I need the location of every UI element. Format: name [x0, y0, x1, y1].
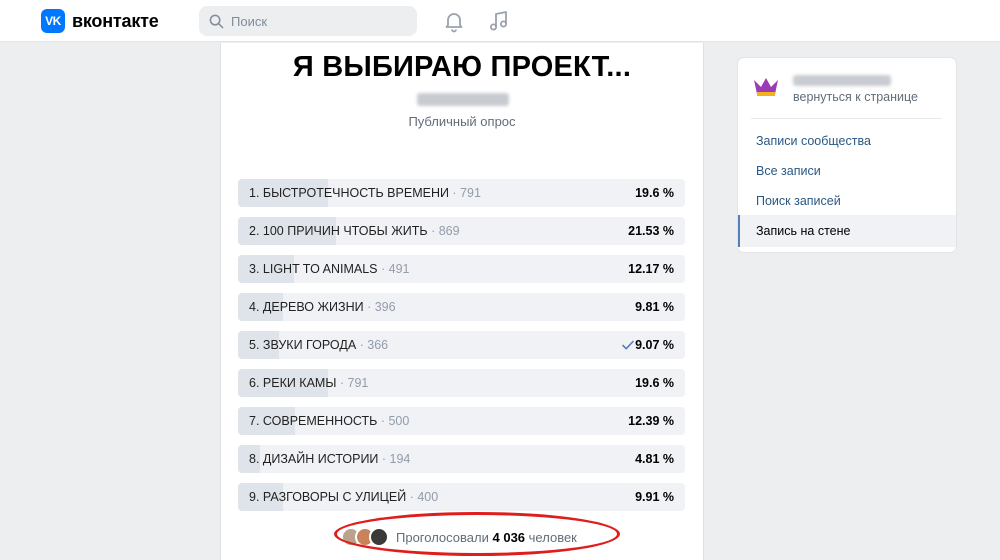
poll-option[interactable]: 5. ЗВУКИ ГОРОДА · 366 9.07 %: [238, 331, 685, 359]
poll-option-count: · 500: [377, 414, 410, 428]
top-bar: VK вконтакте: [0, 0, 1000, 42]
poll-option-label: 2. 100 ПРИЧИН ЧТОБЫ ЖИТЬ: [249, 224, 428, 238]
poll-option-percent: 9.81 %: [635, 300, 674, 314]
poll-option-label: 9. РАЗГОВОРЫ С УЛИЦЕЙ: [249, 490, 407, 504]
poll-option-percent: 4.81 %: [635, 452, 674, 466]
poll-option-percent: 12.17 %: [628, 262, 674, 276]
poll-option[interactable]: 1. БЫСТРОТЕЧНОСТЬ ВРЕМЕНИ · 791 19.6 %: [238, 179, 685, 207]
poll-option-count: · 791: [448, 186, 481, 200]
poll-option[interactable]: 6. РЕКИ КАМЫ · 791 19.6 %: [238, 369, 685, 397]
poll-option-count: · 491: [377, 262, 410, 276]
poll-option-count: · 400: [406, 490, 439, 504]
search-box[interactable]: [199, 6, 417, 36]
poll-option-label: 5. ЗВУКИ ГОРОДА: [249, 338, 357, 352]
poll-option-percent: 9.91 %: [635, 490, 674, 504]
poll-option-count: · 791: [336, 376, 369, 390]
music-note-icon[interactable]: [487, 9, 511, 33]
search-icon: [209, 14, 224, 28]
poll-option-label: 1. БЫСТРОТЕЧНОСТЬ ВРЕМЕНИ: [249, 186, 449, 200]
nav-all-posts[interactable]: Все записи: [738, 155, 956, 187]
poll-option[interactable]: 3. LIGHT TO ANIMALS · 491 12.17 %: [238, 255, 685, 283]
poll-option-label: 6. РЕКИ КАМЫ: [249, 376, 337, 390]
community-logo-icon: [754, 78, 778, 96]
poll-option-label: 3. LIGHT TO ANIMALS: [249, 262, 378, 276]
poll-option-label: 8. ДИЗАЙН ИСТОРИИ: [249, 452, 379, 466]
vk-logo-text: вконтакте: [72, 10, 159, 31]
notifications-bell-icon[interactable]: [442, 9, 466, 33]
poll-option-label: 4. ДЕРЕВО ЖИЗНИ: [249, 300, 364, 314]
nav-community-posts[interactable]: Записи сообщества: [738, 125, 956, 157]
back-to-page-link[interactable]: вернуться к странице: [793, 90, 918, 104]
poll-option-percent: 21.53 %: [628, 224, 674, 238]
poll-type-label: Публичный опрос: [408, 114, 516, 129]
poll-option-count: · 366: [356, 338, 389, 352]
vk-logo[interactable]: VK вконтакте: [41, 9, 159, 33]
poll-option-percent: 19.6 %: [635, 186, 674, 200]
poll-option[interactable]: 9. РАЗГОВОРЫ С УЛИЦЕЙ · 400 9.91 %: [238, 483, 685, 511]
search-input[interactable]: [231, 13, 401, 29]
poll-option[interactable]: 2. 100 ПРИЧИН ЧТОБЫ ЖИТЬ · 869 21.53 %: [238, 217, 685, 245]
poll-card: Я ВЫБИРАЮ ПРОЕКТ... Публичный опрос 1. Б…: [220, 43, 704, 560]
community-name-redacted: [793, 75, 891, 86]
poll-option-label: 7. СОВРЕМЕННОСТЬ: [249, 414, 378, 428]
poll-option[interactable]: 4. ДЕРЕВО ЖИЗНИ · 396 9.81 %: [238, 293, 685, 321]
poll-option-count: · 194: [378, 452, 411, 466]
poll-owner-redacted: [417, 93, 509, 106]
nav-search-posts[interactable]: Поиск записей: [738, 185, 956, 217]
poll-option[interactable]: 8. ДИЗАЙН ИСТОРИИ · 194 4.81 %: [238, 445, 685, 473]
poll-option-percent: 19.6 %: [635, 376, 674, 390]
nav-wall-post[interactable]: Запись на стене: [738, 215, 956, 247]
poll-option-count: · 396: [363, 300, 396, 314]
community-header[interactable]: [751, 72, 891, 102]
poll-option-percent: 12.39 %: [628, 414, 674, 428]
poll-option-percent: 9.07 %: [635, 338, 674, 352]
poll-option[interactable]: 7. СОВРЕМЕННОСТЬ · 500 12.39 %: [238, 407, 685, 435]
poll-title: Я ВЫБИРАЮ ПРОЕКТ...: [292, 51, 632, 83]
poll-options: 1. БЫСТРОТЕЧНОСТЬ ВРЕМЕНИ · 791 19.6 % 2…: [238, 179, 685, 521]
voted-check-icon: [622, 340, 634, 350]
poll-option-count: · 869: [427, 224, 460, 238]
vk-logo-icon: VK: [41, 9, 65, 33]
divider: [751, 118, 942, 119]
highlight-ellipse: [334, 512, 620, 556]
community-nav-panel: вернуться к странице Записи сообщества В…: [738, 58, 956, 252]
